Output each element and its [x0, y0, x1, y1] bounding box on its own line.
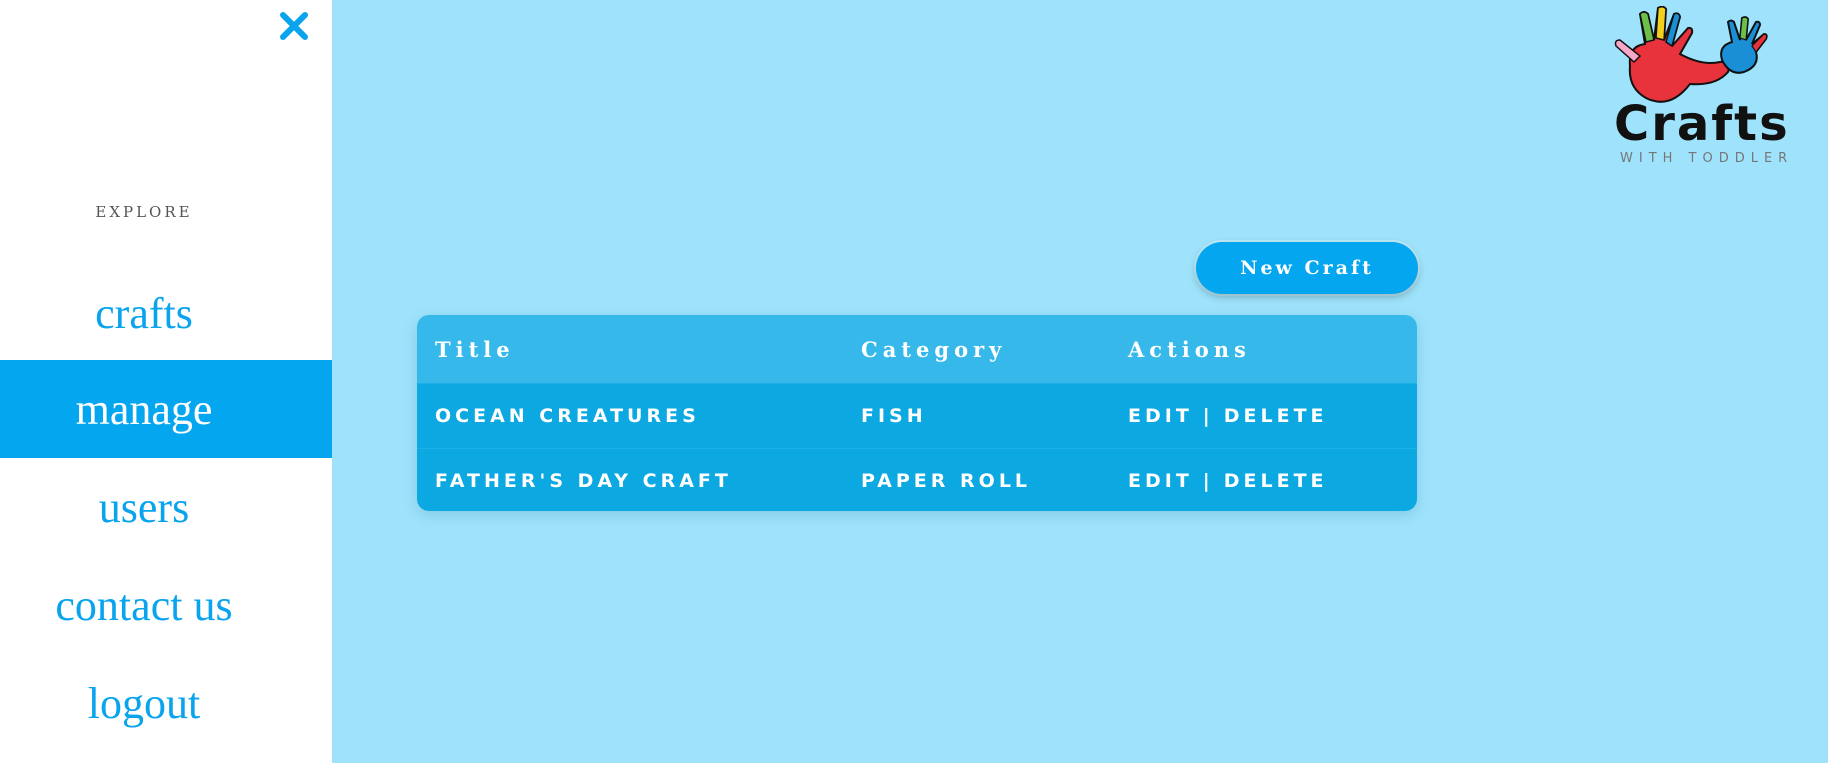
sidebar-item-label: contact us: [55, 580, 233, 630]
sidebar-item-contact-us[interactable]: contact us: [0, 556, 332, 654]
logo-title: Crafts: [1614, 96, 1790, 152]
action-separator: |: [1202, 470, 1214, 492]
sidebar-item-label: manage: [75, 384, 213, 434]
sidebar-item-crafts[interactable]: crafts: [0, 264, 332, 362]
sidebar-item-label: users: [98, 482, 190, 532]
logo-subtitle: WITH TODDLER: [1620, 151, 1794, 166]
table-row: OCEAN CREATURES FISH EDIT | DELETE: [417, 383, 1417, 448]
table-header-row: Title Category Actions: [417, 315, 1417, 383]
sidebar: EXPLORE crafts manage users contact us l…: [0, 0, 332, 763]
sidebar-item-label: logout: [87, 678, 201, 728]
sidebar-item-label: crafts: [95, 288, 193, 338]
close-icon[interactable]: [276, 8, 312, 44]
sidebar-item-users[interactable]: users: [0, 458, 332, 556]
craft-title-cell: OCEAN CREATURES: [435, 405, 700, 427]
actions-cell: EDIT | DELETE: [1128, 449, 1328, 511]
column-header-title: Title: [435, 336, 515, 362]
column-header-category: Category: [861, 336, 1007, 362]
craft-title-cell: FATHER'S DAY CRAFT: [435, 470, 732, 492]
column-header-actions: Actions: [1128, 336, 1251, 362]
explore-heading: EXPLORE: [95, 203, 193, 221]
craft-category-cell: FISH: [861, 405, 927, 427]
delete-link[interactable]: DELETE: [1224, 470, 1328, 492]
new-craft-button[interactable]: New Craft: [1196, 242, 1418, 294]
actions-cell: EDIT | DELETE: [1128, 384, 1328, 448]
crafts-table: Title Category Actions OCEAN CREATURES F…: [417, 315, 1417, 511]
craft-category-cell: PAPER ROLL: [861, 470, 1032, 492]
sidebar-item-manage[interactable]: manage: [0, 360, 332, 458]
sidebar-item-logout[interactable]: logout: [0, 654, 332, 752]
edit-link[interactable]: EDIT: [1128, 405, 1193, 427]
delete-link[interactable]: DELETE: [1224, 405, 1328, 427]
action-separator: |: [1202, 405, 1214, 427]
edit-link[interactable]: EDIT: [1128, 470, 1193, 492]
table-row: FATHER'S DAY CRAFT PAPER ROLL EDIT | DEL…: [417, 448, 1417, 511]
